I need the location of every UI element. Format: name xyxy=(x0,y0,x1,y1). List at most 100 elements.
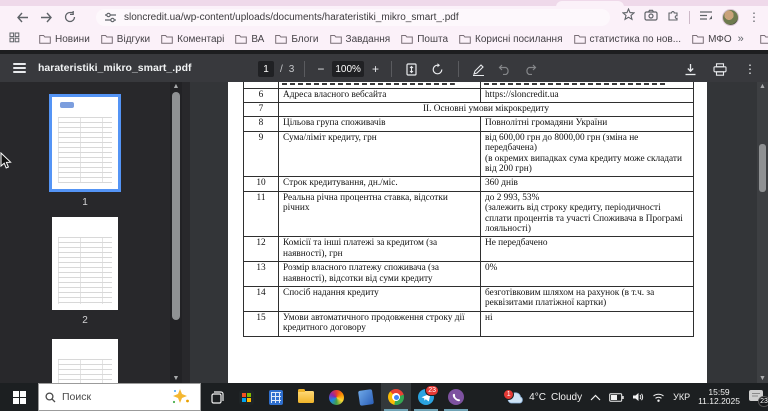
apps-grid-button[interactable] xyxy=(9,32,20,46)
taskbar-search[interactable]: Поиск xyxy=(38,383,201,411)
table-row: 15Умови автоматичного продовження строку… xyxy=(244,311,694,336)
forward-icon xyxy=(40,12,53,23)
rotate-button[interactable] xyxy=(428,59,448,79)
folder-icon xyxy=(401,34,413,44)
weather-alert-badge: 1 xyxy=(503,389,514,400)
screenshot-button[interactable] xyxy=(644,8,658,26)
bookmark-item[interactable]: Пошта xyxy=(401,34,448,45)
zoom-in-button[interactable]: + xyxy=(370,62,381,76)
all-bookmarks-button[interactable]: Все закладки xyxy=(760,34,768,45)
pdf-more-button[interactable]: ⋮ xyxy=(740,59,760,79)
taskbar-app-blue-app[interactable] xyxy=(351,383,381,411)
viewer-scroll-up[interactable]: ▲ xyxy=(759,83,767,90)
profile-avatar[interactable] xyxy=(722,9,739,26)
print-button[interactable] xyxy=(710,59,730,79)
bookmark-label: Відгуки xyxy=(117,34,150,45)
bookmark-item[interactable]: Коментарі xyxy=(161,34,224,45)
weather-widget[interactable]: 1 4°C Cloudy xyxy=(506,391,582,404)
thumbnail-image[interactable] xyxy=(49,94,121,192)
row-value: до 2 993, 53% (залежить від строку креди… xyxy=(481,191,694,237)
forward-button[interactable] xyxy=(34,7,58,27)
clock[interactable]: 15:59 11.12.2025 xyxy=(698,388,740,407)
folder-icon xyxy=(574,34,586,44)
back-button[interactable] xyxy=(10,7,34,27)
thumbnail-image[interactable] xyxy=(52,339,118,383)
undo-button[interactable] xyxy=(495,59,515,79)
page-thumbnail-3[interactable]: 3 xyxy=(0,339,170,383)
redo-icon xyxy=(524,64,537,75)
taskbar-app-viber[interactable] xyxy=(441,383,471,411)
volume-icon[interactable] xyxy=(632,392,644,402)
fit-page-button[interactable] xyxy=(402,59,422,79)
row-value: Не передбачено xyxy=(481,237,694,262)
bookmark-item[interactable]: Завдання xyxy=(330,34,391,45)
action-center-button[interactable]: 23 xyxy=(748,389,766,405)
bookmark-label: Завдання xyxy=(346,34,391,45)
start-button[interactable] xyxy=(0,383,38,411)
row-label: Строк кредитування, дн./міс. xyxy=(279,177,481,191)
section-header: ІІ. Основні умови мікрокредиту xyxy=(279,102,694,116)
taskbar-app-photos[interactable] xyxy=(321,383,351,411)
print-icon xyxy=(713,63,727,76)
thumbnail-image[interactable] xyxy=(52,217,118,310)
redo-button[interactable] xyxy=(521,59,541,79)
browser-toolbar: sloncredit.ua/wp-content/uploads/documen… xyxy=(0,6,768,28)
bookmark-item[interactable]: Відгуки xyxy=(101,34,150,45)
bookmark-item[interactable]: Блоги xyxy=(275,34,318,45)
extensions-button[interactable] xyxy=(667,8,680,26)
toolbar-divider xyxy=(689,11,690,24)
sidebar-scroll-thumb[interactable] xyxy=(172,92,180,320)
thumbnail-logo xyxy=(60,102,74,108)
taskbar: Поиск 23 1 4°C Cloudy УКР 15:59 11.12 xyxy=(0,383,768,411)
tray-expand-icon[interactable] xyxy=(590,394,601,401)
current-page-input[interactable]: 1 xyxy=(258,61,274,77)
file-explorer-icon xyxy=(298,391,314,403)
bookmarks-overflow-button[interactable]: » xyxy=(738,33,744,45)
download-icon xyxy=(684,63,697,76)
taskbar-app-telegram[interactable]: 23 xyxy=(411,383,441,411)
fit-page-icon xyxy=(406,63,417,76)
download-button[interactable] xyxy=(680,59,700,79)
row-label: Цільова група споживачів xyxy=(279,117,481,131)
viewer-scroll-down[interactable]: ▼ xyxy=(759,375,767,382)
bookmark-star-button[interactable] xyxy=(622,8,635,26)
folder-icon xyxy=(330,34,342,44)
bookmark-label: Пошта xyxy=(417,34,448,45)
scroll-up-arrow[interactable]: ▲ xyxy=(172,83,180,90)
bookmark-item[interactable]: статистика по нов... xyxy=(574,34,682,45)
apps-grid-icon xyxy=(9,32,20,43)
annotate-button[interactable] xyxy=(469,59,489,79)
network-icon[interactable] xyxy=(652,392,665,402)
page-separator: / xyxy=(280,64,283,75)
language-indicator[interactable]: УКР xyxy=(673,392,690,402)
pdf-menu-button[interactable] xyxy=(13,63,26,73)
viewer-scroll-thumb[interactable] xyxy=(759,144,766,192)
sidebar-scrollbar[interactable]: ▲ ▼ xyxy=(170,82,182,383)
bookmark-item[interactable]: ВА xyxy=(235,34,264,45)
taskbar-app-chrome[interactable] xyxy=(381,383,411,411)
zoom-out-button[interactable]: − xyxy=(315,62,326,76)
row-number: 8 xyxy=(244,117,279,131)
row-label: Адреса власного вебсайта xyxy=(279,88,481,102)
page-thumbnail-2[interactable]: 2 xyxy=(0,217,170,326)
taskbar-app-store[interactable] xyxy=(231,383,261,411)
scroll-down-arrow[interactable]: ▼ xyxy=(172,375,180,382)
reload-button[interactable] xyxy=(58,7,82,27)
browser-menu-button[interactable]: ⋮ xyxy=(748,10,760,24)
url-bar[interactable]: sloncredit.ua/wp-content/uploads/documen… xyxy=(96,9,610,26)
taskbar-app-file-explorer[interactable] xyxy=(291,383,321,411)
viewer-scrollbar[interactable]: ▲ ▼ xyxy=(757,82,768,383)
side-panel-button[interactable] xyxy=(699,8,713,26)
taskbar-app-calculator[interactable] xyxy=(261,383,291,411)
pen-icon xyxy=(472,63,485,76)
bookmark-item[interactable]: МФО xyxy=(692,34,732,45)
pdf-page: 6Адреса власного вебсайтаhttps://sloncre… xyxy=(228,82,707,383)
page-thumbnail-1[interactable]: 1 xyxy=(0,94,170,208)
bookmark-item[interactable]: Новини xyxy=(39,34,90,45)
bookmark-item[interactable]: Корисні посилання xyxy=(459,34,562,45)
weather-condition: Cloudy xyxy=(551,392,582,403)
row-number: 7 xyxy=(244,102,279,116)
battery-icon[interactable] xyxy=(609,393,624,402)
zoom-level[interactable]: 100% xyxy=(332,61,364,77)
taskbar-app-task-view[interactable] xyxy=(201,383,231,411)
